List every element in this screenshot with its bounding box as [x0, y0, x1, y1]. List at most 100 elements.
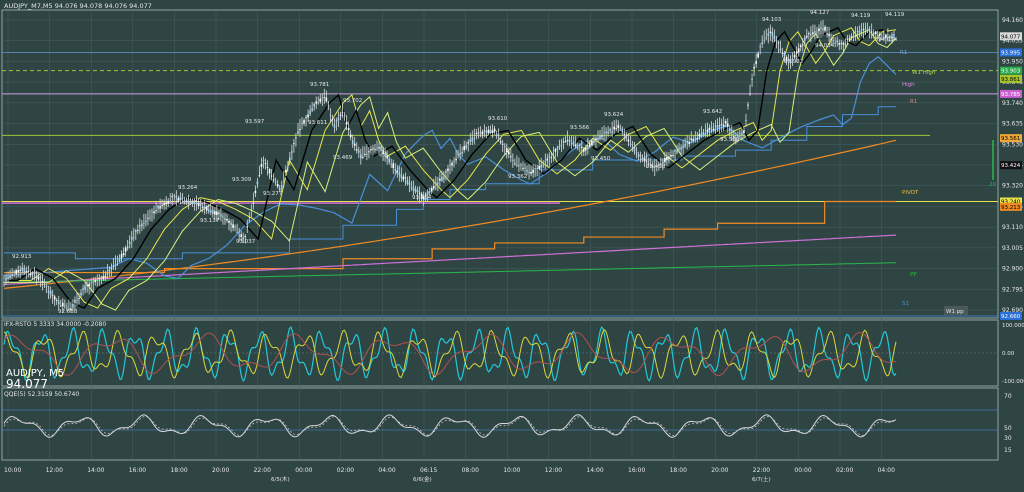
- candle-body: [507, 151, 510, 155]
- candle-body: [741, 132, 743, 135]
- candle-body: [850, 36, 853, 38]
- candle-body: [280, 185, 283, 188]
- candle-body: [499, 141, 502, 143]
- candle-body: [15, 270, 17, 274]
- candle-body: [613, 126, 616, 130]
- candle-body: [126, 246, 129, 248]
- candle-body: [773, 35, 776, 40]
- candle-body: [461, 152, 463, 154]
- candle-body: [418, 192, 421, 194]
- candle-body: [404, 177, 407, 179]
- candle-body: [799, 45, 802, 48]
- candle-body: [96, 279, 99, 281]
- candle-body: [31, 273, 34, 275]
- candle-body: [106, 273, 109, 275]
- candle-body: [335, 119, 338, 122]
- candle-body: [230, 222, 232, 226]
- time-axis-label: 16:00: [628, 467, 645, 474]
- candle-body: [84, 285, 86, 290]
- price-annotation: 93.566: [570, 125, 590, 131]
- candle-body: [64, 305, 66, 307]
- candle-body: [447, 168, 449, 172]
- candle-body: [759, 46, 761, 48]
- candle-body: [822, 28, 824, 31]
- candle-body: [864, 28, 867, 30]
- candle-body: [672, 154, 674, 156]
- day-axis-label: 6/5(木): [271, 475, 290, 483]
- candle-body: [66, 307, 68, 309]
- candle-body: [353, 143, 356, 146]
- candle-body: [216, 211, 218, 216]
- candle-body: [315, 101, 317, 104]
- candle-body: [722, 124, 725, 127]
- trading-chart-window[interactable]: AUDJPY_M7,M5 94.076 94.078 94.076 94.077…: [0, 0, 1024, 492]
- candle-body: [408, 182, 411, 185]
- candle-body: [104, 275, 107, 278]
- qqe-axis-label: 15: [1004, 447, 1012, 454]
- candle-body: [337, 117, 340, 121]
- candle-body: [382, 150, 384, 155]
- candle-body: [666, 157, 668, 160]
- candle-body: [274, 181, 277, 183]
- candle-body: [94, 279, 97, 283]
- candle-body: [329, 115, 332, 116]
- candle-body: [489, 129, 492, 133]
- candle-body: [757, 53, 759, 58]
- candle-body: [278, 187, 281, 191]
- level-label-high: High: [902, 82, 915, 88]
- time-axis-label: 10:00: [503, 467, 520, 474]
- candle-body: [220, 214, 222, 217]
- candle-body: [173, 195, 176, 197]
- candle-body: [25, 271, 28, 273]
- candle-body: [3, 281, 5, 283]
- candle-body: [333, 124, 336, 128]
- time-axis-label: 04:00: [878, 467, 895, 474]
- candle-body: [270, 175, 273, 177]
- time-axis-label: 16:00: [129, 467, 146, 474]
- candle-body: [870, 31, 873, 33]
- candle-body: [9, 276, 11, 278]
- price-axis-label: 93.110: [1002, 224, 1023, 231]
- price-annotation: 93.469: [333, 155, 353, 161]
- candle-body: [808, 33, 810, 35]
- candle-body: [57, 301, 60, 305]
- price-overlay-value: 94.077: [6, 377, 48, 391]
- candle-body: [102, 276, 105, 279]
- candle-body: [840, 43, 843, 45]
- candle-body: [149, 217, 151, 219]
- stochastic-info-text: iFX-RSTO 5 3333 34.0000 -0.2080: [4, 321, 106, 328]
- candle-body: [477, 132, 480, 134]
- price-highlight-label: 93.213: [1001, 205, 1021, 211]
- candle-body: [641, 158, 644, 161]
- price-highlight-label: 94.077: [1001, 34, 1021, 40]
- candle-body: [141, 223, 143, 227]
- time-axis-label: 04:00: [378, 467, 395, 474]
- candle-body: [698, 134, 701, 137]
- candle-body: [61, 302, 64, 307]
- candle-body: [810, 34, 812, 36]
- candle-body: [175, 196, 178, 198]
- candle-body: [222, 216, 224, 218]
- candle-body: [370, 149, 372, 151]
- candle-body: [201, 206, 204, 208]
- candle-body: [463, 146, 465, 151]
- candle-body: [143, 223, 145, 225]
- candle-body: [398, 172, 401, 176]
- candle-body: [542, 164, 545, 166]
- candle-body: [578, 145, 581, 147]
- candle-body: [635, 152, 638, 154]
- candle-body: [33, 275, 36, 277]
- candle-body: [122, 253, 125, 256]
- candle-body: [214, 211, 216, 215]
- candle-body: [576, 147, 579, 149]
- candle-body: [783, 53, 786, 57]
- candle-body: [852, 36, 855, 37]
- candle-body: [256, 181, 259, 185]
- candle-body: [743, 130, 745, 134]
- candle-body: [323, 97, 326, 98]
- candle-body: [639, 155, 642, 157]
- candle-body: [439, 178, 441, 181]
- candle-body: [872, 33, 875, 35]
- time-axis-label: 22:00: [753, 467, 770, 474]
- candle-body: [441, 176, 443, 181]
